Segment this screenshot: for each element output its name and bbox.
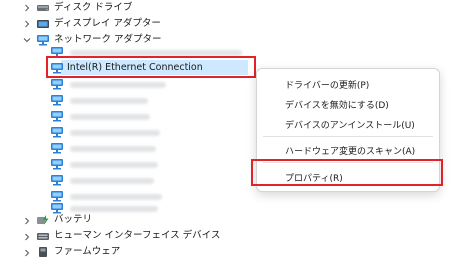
menu-item-disable-device[interactable]: デバイスを無効にする(D) xyxy=(285,98,389,111)
highlight-box-device xyxy=(46,56,256,78)
menu-item-uninstall-device[interactable]: デバイスのアンインストール(U) xyxy=(285,118,415,131)
firmware-icon xyxy=(36,246,50,258)
redacted-label xyxy=(70,206,158,212)
battery-icon xyxy=(36,214,50,226)
disk-drive-icon xyxy=(36,2,50,14)
hid-icon xyxy=(36,230,50,242)
network-adapter-icon xyxy=(50,190,64,202)
tree-item-label: ネットワーク アダプター xyxy=(54,34,162,45)
chevron-down-icon[interactable] xyxy=(22,35,32,45)
network-adapter-icon xyxy=(50,142,64,154)
tree-item-label: ファームウェア xyxy=(54,246,121,257)
redacted-label xyxy=(70,130,160,136)
redacted-label xyxy=(70,162,158,168)
display-adapter-icon xyxy=(36,18,50,30)
chevron-right-icon[interactable] xyxy=(22,19,32,29)
network-adapter-icon xyxy=(50,78,64,90)
network-adapter-icon xyxy=(50,110,64,122)
menu-item-update-driver[interactable]: ドライバーの更新(P) xyxy=(285,78,369,91)
chevron-right-icon[interactable] xyxy=(22,3,32,13)
tree-item-label: ディスク ドライブ xyxy=(54,2,133,13)
network-adapter-icon xyxy=(50,174,64,186)
redacted-label xyxy=(70,98,148,104)
redacted-label xyxy=(70,114,150,120)
redacted-label xyxy=(70,82,166,88)
redacted-label xyxy=(70,194,162,200)
redacted-label xyxy=(70,178,154,184)
network-adapter-icon xyxy=(50,94,64,106)
chevron-right-icon[interactable] xyxy=(22,216,32,226)
menu-item-scan-hardware[interactable]: ハードウェア変更のスキャン(A) xyxy=(285,144,415,157)
highlight-box-properties xyxy=(251,159,443,186)
chevron-right-icon[interactable] xyxy=(22,248,32,258)
chevron-right-icon[interactable] xyxy=(22,232,32,242)
redacted-label xyxy=(70,146,156,152)
tree-item-label: バッテリ xyxy=(54,214,93,225)
network-adapter-icon xyxy=(50,126,64,138)
tree-item-label: ヒューマン インターフェイス デバイス xyxy=(54,230,221,241)
network-adapter-icon xyxy=(36,34,50,46)
menu-separator xyxy=(263,136,433,137)
tree-item-label: ディスプレイ アダプター xyxy=(54,18,161,29)
network-adapter-icon xyxy=(50,158,64,170)
